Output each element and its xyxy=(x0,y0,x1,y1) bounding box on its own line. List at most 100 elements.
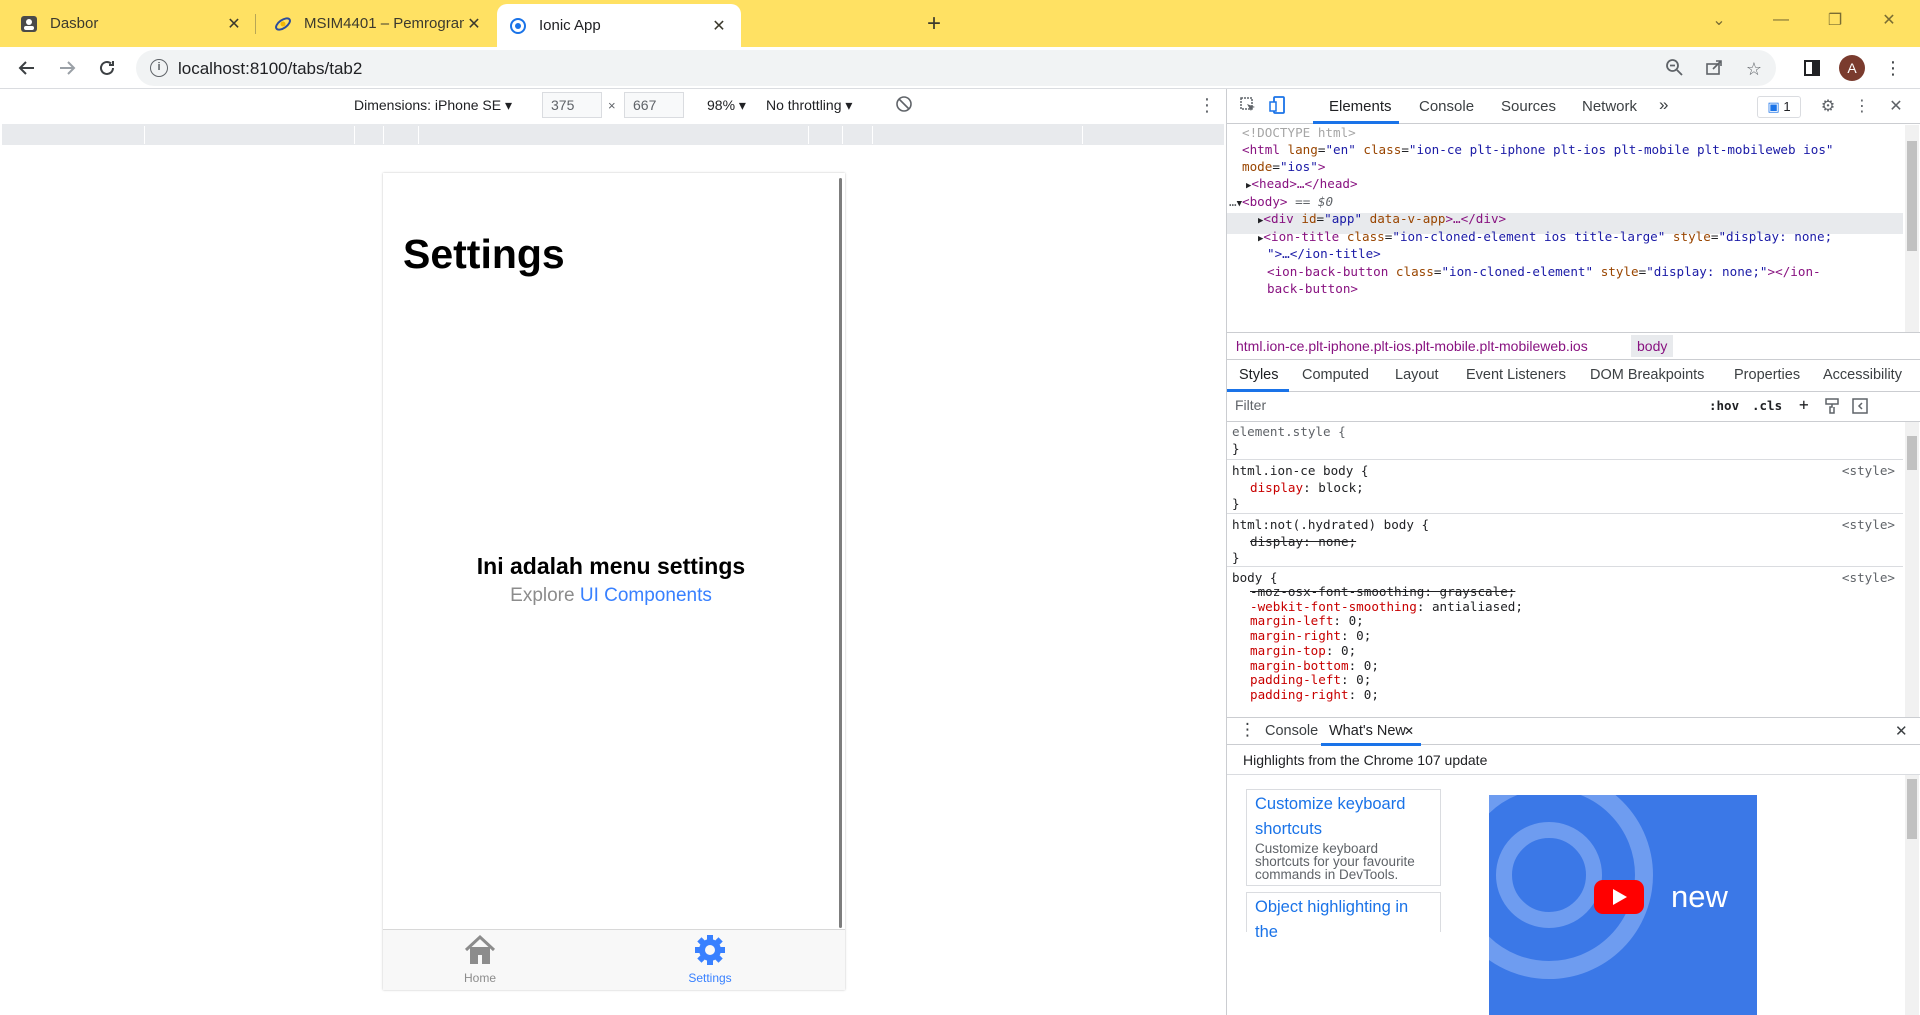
tab-elements[interactable]: Elements xyxy=(1329,98,1392,115)
ui-components-link[interactable]: UI Components xyxy=(580,585,712,606)
rule-selector[interactable]: element.style { xyxy=(1232,424,1346,439)
div-app-node[interactable]: ▶<div id="app" data-v-app>…</div> xyxy=(1258,211,1506,226)
node-actions-icon[interactable]: … xyxy=(1229,194,1237,209)
media-query-ruler[interactable] xyxy=(2,123,1224,145)
toggle-sidebar-icon[interactable] xyxy=(1852,398,1868,417)
feature-card-title[interactable]: Customize keyboard shortcuts xyxy=(1247,790,1440,842)
page-scrollbar[interactable] xyxy=(839,178,842,928)
zoom-icon[interactable] xyxy=(1663,58,1685,80)
rule-selector[interactable]: html:not(.hydrated) body { xyxy=(1232,517,1429,532)
rule-declaration[interactable]: margin-bottom: 0; xyxy=(1250,658,1379,673)
rule-selector[interactable]: html.ion-ce body { xyxy=(1232,463,1368,478)
dom-tree[interactable]: <!DOCTYPE html> <html lang="en" class="i… xyxy=(1227,125,1903,332)
head-node[interactable]: ▶<head>…</head> xyxy=(1246,176,1358,191)
rule-declaration[interactable]: padding-right: 0; xyxy=(1250,687,1379,702)
tab-properties[interactable]: Properties xyxy=(1734,367,1800,383)
styles-pane[interactable]: element.style { } html.ion-ce body { <st… xyxy=(1227,422,1903,718)
close-window-icon[interactable]: ✕ xyxy=(1862,0,1916,40)
url-text[interactable]: localhost:8100/tabs/tab2 xyxy=(178,59,362,79)
tab-home[interactable]: Home xyxy=(420,934,540,985)
width-input[interactable]: 375 xyxy=(542,92,602,118)
device-more-icon[interactable]: ⋮ xyxy=(1198,95,1216,116)
drawer-tab-whats-new[interactable]: What's New xyxy=(1329,723,1406,739)
cls-toggle[interactable]: .cls xyxy=(1752,398,1782,413)
drawer-tab-console[interactable]: Console xyxy=(1265,723,1318,739)
rule-declaration[interactable]: padding-left: 0; xyxy=(1250,672,1371,687)
settings-gear-icon[interactable]: ⚙ xyxy=(1817,96,1839,118)
share-icon[interactable] xyxy=(1703,58,1725,80)
more-tabs-icon[interactable]: » xyxy=(1659,95,1668,115)
breadcrumb-body[interactable]: body xyxy=(1631,335,1674,357)
tab-ionic-app[interactable]: Ionic App ✕ xyxy=(497,4,741,47)
inspect-element-icon[interactable] xyxy=(1237,96,1259,118)
body-node[interactable]: …▼<body> == $0 xyxy=(1229,194,1333,209)
tab-accessibility[interactable]: Accessibility xyxy=(1823,367,1902,383)
tab-console[interactable]: Console xyxy=(1419,98,1474,115)
rule-source-link[interactable]: <style> xyxy=(1842,463,1895,478)
device-select[interactable]: Dimensions: iPhone SE ▾ xyxy=(354,97,512,114)
rule-source-link[interactable]: <style> xyxy=(1842,517,1895,532)
rule-declaration-overridden[interactable]: -moz-osx-font-smoothing: grayscale; xyxy=(1250,584,1515,599)
restore-icon[interactable]: ❐ xyxy=(1808,0,1862,40)
tab-computed[interactable]: Computed xyxy=(1302,367,1369,383)
feature-card[interactable]: Object highlighting in the xyxy=(1246,892,1441,941)
close-tab-icon[interactable]: ✕ xyxy=(464,14,484,34)
ion-title-node[interactable]: ▶<ion-title class="ion-cloned-element io… xyxy=(1258,229,1832,244)
scroll-thumb[interactable] xyxy=(1907,779,1917,839)
address-bar[interactable]: i localhost:8100/tabs/tab2 ☆ xyxy=(136,50,1776,86)
tab-styles[interactable]: Styles xyxy=(1239,367,1279,383)
youtube-play-icon[interactable] xyxy=(1594,880,1644,914)
paint-icon[interactable] xyxy=(1825,398,1839,417)
close-tab-icon[interactable]: ✕ xyxy=(224,14,244,34)
new-rule-icon[interactable]: + xyxy=(1799,395,1809,414)
close-drawer-icon[interactable]: ✕ xyxy=(1895,722,1908,740)
forward-arrow-icon[interactable] xyxy=(51,52,83,84)
reload-icon[interactable] xyxy=(91,52,123,84)
ion-back-button-node[interactable]: <ion-back-button class="ion-cloned-eleme… xyxy=(1267,264,1821,279)
site-info-icon[interactable]: i xyxy=(150,59,168,77)
tab-dom-breakpoints[interactable]: DOM Breakpoints xyxy=(1590,367,1704,383)
doctype-node[interactable]: <!DOCTYPE html> xyxy=(1242,125,1356,140)
tab-sources[interactable]: Sources xyxy=(1501,98,1556,115)
rotate-icon[interactable] xyxy=(895,95,913,116)
breadcrumb-html[interactable]: html.ion-ce.plt-iphone.plt-ios.plt-mobil… xyxy=(1236,338,1588,354)
rule-declaration[interactable]: -webkit-font-smoothing: antialiased; xyxy=(1250,599,1523,614)
rule-declaration[interactable]: display: block; xyxy=(1250,480,1364,495)
device-toggle-icon[interactable] xyxy=(1267,96,1289,118)
height-input[interactable]: 667 xyxy=(624,92,684,118)
back-arrow-icon[interactable] xyxy=(11,52,43,84)
whats-new-video-thumbnail[interactable]: new xyxy=(1489,795,1757,1015)
tab-layout[interactable]: Layout xyxy=(1395,367,1439,383)
tab-dasbor[interactable]: Dasbor ✕ xyxy=(8,4,256,43)
tab-settings[interactable]: Settings xyxy=(650,934,770,985)
rule-declaration[interactable]: margin-top: 0; xyxy=(1250,643,1356,658)
close-whats-new-icon[interactable]: ✕ xyxy=(1404,724,1414,738)
tab-event-listeners[interactable]: Event Listeners xyxy=(1466,367,1566,383)
html-node[interactable]: <html lang="en" class="ion-ce plt-iphone… xyxy=(1242,142,1834,157)
dom-scrollbar[interactable] xyxy=(1905,125,1919,332)
styles-filter-input[interactable]: Filter xyxy=(1235,397,1695,417)
new-tab-button[interactable]: + xyxy=(918,8,950,40)
tab-network[interactable]: Network xyxy=(1582,98,1637,115)
bookmark-star-icon[interactable]: ☆ xyxy=(1743,58,1765,80)
avatar[interactable]: A xyxy=(1839,55,1865,81)
devtools-menu-icon[interactable]: ⋮ xyxy=(1851,96,1873,118)
chrome-menu-icon[interactable]: ⋮ xyxy=(1880,55,1906,81)
throttling-select[interactable]: No throttling ▾ xyxy=(766,97,852,114)
scroll-thumb[interactable] xyxy=(1907,141,1917,251)
rule-selector[interactable]: body { xyxy=(1232,570,1278,585)
drawer-menu-icon[interactable]: ⋮ xyxy=(1239,720,1256,740)
close-tab-icon[interactable]: ✕ xyxy=(709,16,729,36)
close-devtools-icon[interactable]: ✕ xyxy=(1885,96,1907,118)
rule-declaration-overridden[interactable]: display: none; xyxy=(1250,534,1356,549)
tab-msim[interactable]: MSIM4401 – Pemrograman Mobi ✕ xyxy=(262,4,496,43)
feature-card-title[interactable]: Object highlighting in the xyxy=(1247,893,1440,945)
styles-scrollbar[interactable] xyxy=(1905,422,1919,718)
rule-source-link[interactable]: <style> xyxy=(1842,570,1895,585)
side-panel-icon[interactable] xyxy=(1799,55,1825,81)
drawer-scrollbar[interactable] xyxy=(1905,775,1919,1015)
hov-toggle[interactable]: :hov xyxy=(1709,398,1739,413)
rule-declaration[interactable]: margin-left: 0; xyxy=(1250,613,1364,628)
minimize-icon[interactable]: — xyxy=(1754,0,1808,40)
tab-search-chevron-icon[interactable]: ⌄ xyxy=(1692,0,1746,40)
